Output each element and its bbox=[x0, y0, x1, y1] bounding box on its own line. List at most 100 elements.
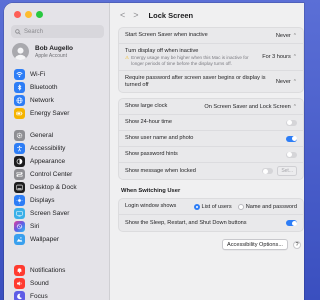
clock-24h-toggle[interactable] bbox=[286, 119, 297, 126]
sidebar-item-screen-saver[interactable]: Screen Saver bbox=[9, 207, 106, 220]
sidebar-item-notifications[interactable]: Notifications bbox=[9, 264, 106, 277]
moon-icon bbox=[14, 291, 25, 300]
sidebar-item-wifi[interactable]: Wi-Fi bbox=[9, 68, 106, 81]
clock-24h-row: Show 24-hour time bbox=[119, 115, 303, 131]
sidebar-item-label: Appearance bbox=[30, 158, 66, 165]
wallpaper-icon bbox=[14, 234, 25, 245]
require-password-row: Require password after screen saver begi… bbox=[119, 71, 303, 92]
window-controls bbox=[14, 11, 43, 18]
sidebar-item-label: Energy Saver bbox=[30, 110, 70, 117]
help-button[interactable]: ? bbox=[293, 240, 301, 249]
sidebar-group-notifications: Notifications Sound Focus bbox=[9, 264, 106, 300]
display-off-popup[interactable]: For 3 hours ⌃ bbox=[262, 54, 297, 60]
globe-icon bbox=[14, 95, 25, 106]
large-clock-value: On Screen Saver and Lock Screen bbox=[204, 103, 291, 110]
password-hints-label: Show password hints bbox=[125, 151, 178, 157]
sidebar-item-siri[interactable]: Siri bbox=[9, 220, 106, 233]
sleep-restart-label: Show the Sleep, Restart, and Shut Down b… bbox=[125, 219, 247, 226]
sidebar: Search Bob Augello Apple Account Wi-Fi B… bbox=[4, 3, 110, 300]
sidebar-item-energy-saver[interactable]: Energy Saver bbox=[9, 107, 106, 120]
radio-selected-icon bbox=[193, 203, 200, 210]
large-clock-popup[interactable]: On Screen Saver and Lock Screen ⌃ bbox=[204, 104, 297, 110]
back-button[interactable]: < bbox=[120, 10, 125, 20]
warning-icon: ⚠ bbox=[125, 55, 130, 61]
search-field[interactable]: Search bbox=[11, 25, 104, 38]
sidebar-item-label: General bbox=[30, 132, 54, 139]
siri-icon bbox=[14, 221, 25, 232]
sidebar-item-wallpaper[interactable]: Wallpaper bbox=[9, 233, 106, 246]
sidebar-item-label: Wallpaper bbox=[30, 236, 60, 243]
screen-saver-label: Start Screen Saver when inactive bbox=[125, 32, 208, 38]
settings-window: Search Bob Augello Apple Account Wi-Fi B… bbox=[4, 3, 304, 300]
sidebar-item-displays[interactable]: Displays bbox=[9, 194, 106, 207]
require-password-label: Require password after screen saver begi… bbox=[125, 74, 266, 88]
display-off-label: Turn display off when inactive bbox=[125, 47, 199, 54]
settings-group-inactivity: Start Screen Saver when inactive Never ⌃ … bbox=[118, 27, 304, 93]
gear-icon bbox=[14, 130, 25, 141]
settings-group-display-options: Show large clock On Screen Saver and Loc… bbox=[118, 98, 304, 180]
sidebar-group-network: Wi-Fi Bluetooth Network Energy Saver bbox=[9, 68, 106, 120]
require-password-popup[interactable]: Never ⌃ bbox=[276, 79, 297, 85]
sidebar-item-accessibility[interactable]: Accessibility bbox=[9, 142, 106, 155]
sidebar-item-label: Network bbox=[30, 97, 54, 104]
sidebar-item-bluetooth[interactable]: Bluetooth bbox=[9, 81, 106, 94]
chevron-updown-icon: ⌃ bbox=[292, 32, 297, 39]
sidebar-item-desktop-dock[interactable]: Desktop & Dock bbox=[9, 181, 106, 194]
sidebar-item-label: Wi-Fi bbox=[30, 71, 46, 78]
settings-group-switching: Login window shows List of users Name an… bbox=[118, 198, 304, 232]
login-window-row: Login window shows List of users Name an… bbox=[119, 199, 303, 215]
chevron-updown-icon: ⌃ bbox=[292, 103, 297, 110]
user-name-photo-toggle[interactable] bbox=[286, 135, 297, 142]
message-locked-row: Show message when locked Set... bbox=[119, 163, 303, 179]
settings-content: Start Screen Saver when inactive Never ⌃ … bbox=[118, 27, 304, 250]
minimize-window-button[interactable] bbox=[25, 11, 32, 18]
display-off-value: For 3 hours bbox=[262, 54, 291, 60]
set-message-button[interactable]: Set... bbox=[277, 166, 297, 176]
chevron-updown-icon: ⌃ bbox=[292, 78, 297, 85]
sidebar-item-control-center[interactable]: Control Center bbox=[9, 168, 106, 181]
require-password-value: Never bbox=[275, 78, 291, 85]
sidebar-item-label: Accessibility bbox=[30, 145, 66, 152]
sleep-restart-toggle[interactable] bbox=[286, 220, 297, 226]
wifi-icon bbox=[14, 69, 25, 80]
user-name-photo-row: Show user name and photo bbox=[119, 131, 303, 147]
sidebar-item-label: Siri bbox=[30, 223, 40, 230]
large-clock-row: Show large clock On Screen Saver and Loc… bbox=[119, 99, 303, 115]
screen-saver-popup[interactable]: Never ⌃ bbox=[276, 33, 297, 39]
zoom-window-button[interactable] bbox=[36, 11, 43, 18]
footer-buttons: Accessibility Options... ? bbox=[118, 239, 304, 250]
clock-24h-label: Show 24-hour time bbox=[125, 119, 172, 125]
display-icon bbox=[14, 195, 25, 206]
message-locked-label: Show message when locked bbox=[125, 167, 196, 174]
screen-saver-row: Start Screen Saver when inactive Never ⌃ bbox=[119, 28, 303, 44]
login-window-label: Login window shows bbox=[125, 203, 177, 209]
avatar bbox=[12, 43, 29, 60]
sidebar-item-sound[interactable]: Sound bbox=[9, 277, 106, 290]
sidebar-item-label: Displays bbox=[30, 197, 55, 204]
control-center-icon bbox=[14, 169, 25, 180]
toolbar: < > Lock Screen bbox=[110, 3, 304, 27]
radio-name-and-password[interactable]: Name and password bbox=[237, 203, 297, 210]
password-hints-toggle[interactable] bbox=[286, 151, 297, 158]
sidebar-item-network[interactable]: Network bbox=[9, 94, 106, 107]
page-title: Lock Screen bbox=[148, 10, 194, 20]
bell-icon bbox=[14, 265, 25, 276]
section-heading: When Switching User bbox=[121, 188, 181, 194]
radio-label: List of users bbox=[201, 203, 232, 210]
screensaver-icon bbox=[14, 208, 25, 219]
message-locked-toggle[interactable] bbox=[262, 168, 274, 174]
sidebar-item-label: Sound bbox=[30, 280, 49, 287]
sidebar-item-label: Screen Saver bbox=[30, 210, 70, 217]
radio-list-of-users[interactable]: List of users bbox=[193, 203, 232, 210]
sidebar-item-focus[interactable]: Focus bbox=[9, 290, 106, 300]
dock-icon bbox=[14, 182, 25, 193]
close-window-button[interactable] bbox=[14, 11, 21, 18]
bluetooth-icon bbox=[14, 82, 25, 93]
accessibility-options-button[interactable]: Accessibility Options... bbox=[222, 239, 288, 250]
forward-button[interactable]: > bbox=[133, 10, 138, 20]
sidebar-item-appearance[interactable]: Appearance bbox=[9, 155, 106, 168]
apple-account[interactable]: Bob Augello Apple Account bbox=[12, 43, 73, 60]
sidebar-item-label: Control Center bbox=[30, 171, 73, 178]
account-name: Bob Augello bbox=[35, 44, 74, 52]
sidebar-item-general[interactable]: General bbox=[9, 129, 106, 142]
